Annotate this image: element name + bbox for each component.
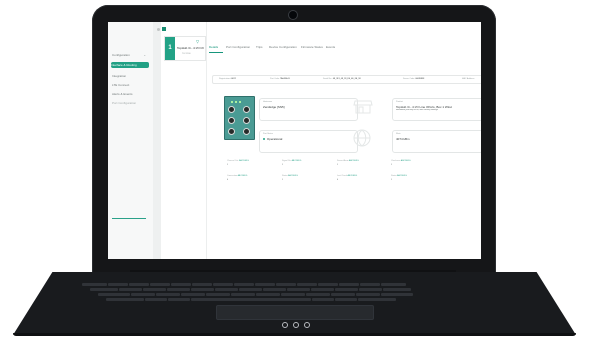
sidebar-item-label: LTE Connect xyxy=(112,83,130,87)
device-hardware-image xyxy=(224,96,255,140)
registration-info: Registration: 06/22 xyxy=(219,78,236,80)
laptop-indicators xyxy=(282,322,310,329)
port-status-card: Port Status Operational xyxy=(259,130,358,153)
port-icon xyxy=(228,106,235,113)
stat-final-status: Status ABCDEFG 1 xyxy=(391,175,407,181)
port-icon xyxy=(228,128,235,135)
sidebar-divider xyxy=(112,218,146,219)
chevron-down-icon: ⌄ xyxy=(143,53,146,57)
slots-card: Slots 4074 kBm xyxy=(392,130,481,153)
sidebar-item-port-configuration[interactable]: Port Configuration xyxy=(112,100,148,106)
active-tab-indicator xyxy=(209,52,223,53)
port-code-info: Port Code: TA0486-05 xyxy=(270,78,290,80)
stat-server-alarm: Server Alarm ABCDEFG 1 xyxy=(337,160,359,166)
port-icon xyxy=(243,128,250,135)
tab-firmware-status[interactable]: Firmware Status xyxy=(301,45,323,50)
device-name: TopHub 3i - 4 I/O I/OS... xyxy=(177,46,204,50)
stat-checksum: Checksum ABCDEFG 1 xyxy=(391,160,411,166)
online-status-icon xyxy=(263,138,265,141)
stat-connection: Connection ABCDEFG 0 xyxy=(227,175,248,181)
sidebar-item-label: Port Configuration xyxy=(112,101,137,105)
stat-signal-strength: Signal Str. ABCDEFG 1 xyxy=(282,160,302,166)
server-code-info: Server Code: 00089898 xyxy=(403,78,425,80)
sidebar-item-interface-routing[interactable]: Interface & Routing xyxy=(111,62,149,68)
stat-last-check: Last Check ABCDEFG 0 xyxy=(337,175,358,181)
port-icon xyxy=(243,117,250,124)
port-icon xyxy=(228,117,235,124)
store-icon xyxy=(353,100,373,114)
sidebar-navigation: Configuration ⌄ Interface & Routing Inte… xyxy=(108,22,154,259)
tab-trips[interactable]: Trips xyxy=(256,45,263,50)
keyboard-row xyxy=(106,298,481,301)
webcam-icon xyxy=(289,11,297,19)
port-icon xyxy=(243,106,250,113)
stat-channel-count: Channel Cnt. ABCDEFG 1 xyxy=(227,160,249,166)
device-model: TLY-1200 xyxy=(182,53,191,55)
keyboard-row xyxy=(82,283,505,286)
keyboard-row xyxy=(90,288,497,291)
laptop-front-lip xyxy=(13,333,576,336)
tab-device-configuration[interactable]: Device Configuration xyxy=(269,45,297,50)
status-led-icon xyxy=(235,101,237,103)
grid-icon[interactable] xyxy=(162,27,166,31)
sidebar-item-label: Alerts & Events xyxy=(112,92,133,96)
back-icon[interactable] xyxy=(157,28,160,31)
device-badge: 1 xyxy=(165,37,175,60)
filter-icon[interactable]: ▽ xyxy=(196,39,199,44)
hostname-card: Hostname ZeroEdge [SN5] xyxy=(259,98,358,121)
sidebar-item-integration[interactable]: Integration xyxy=(112,73,148,79)
product-card: Product TopHub 3i - 4 I/O Line I/Ports, … xyxy=(392,98,481,121)
tab-events[interactable]: Events xyxy=(326,45,335,50)
sidebar-item-lte-connect[interactable]: LTE Connect xyxy=(112,82,148,88)
content-strip xyxy=(153,22,161,259)
tab-port-configuration[interactable]: Port Configuration xyxy=(226,45,250,50)
selected-device-card[interactable]: 1 ▽ TopHub 3i - 4 I/O I/OS... TLY-1200 xyxy=(164,36,206,61)
indicator-light-icon xyxy=(282,322,288,328)
touchpad[interactable] xyxy=(216,305,374,320)
laptop-lid: Configuration ⌄ Interface & Routing Inte… xyxy=(92,5,496,275)
device-info-bar: Registration: 06/22 Port Code: TA0486-05… xyxy=(212,75,481,84)
indicator-light-icon xyxy=(293,322,299,328)
serial-number-info: Serial No.: 48_3F1_48_28_FE_4E_FE_98 xyxy=(323,78,361,80)
keyboard-row xyxy=(98,293,489,296)
keyboard xyxy=(82,283,505,304)
tab-details[interactable]: Details xyxy=(209,45,218,50)
status-led-icon xyxy=(231,101,233,103)
sidebar-item-label: Configuration xyxy=(112,53,130,57)
app-screen: Configuration ⌄ Interface & Routing Inte… xyxy=(108,22,481,259)
indicator-light-icon xyxy=(304,322,310,328)
sidebar-item-label: Interface & Routing xyxy=(111,63,137,67)
sidebar-item-label: Integration xyxy=(112,74,127,78)
sidebar-item-configuration[interactable]: Configuration ⌄ xyxy=(112,52,148,58)
status-led-icon xyxy=(239,101,241,103)
mac-address-info: MAC Address: xyxy=(462,78,475,80)
stat-status: Status ABCDEFG 1 xyxy=(282,175,298,181)
globe-icon xyxy=(353,129,371,147)
sidebar-item-alerts-events[interactable]: Alerts & Events xyxy=(112,91,148,97)
